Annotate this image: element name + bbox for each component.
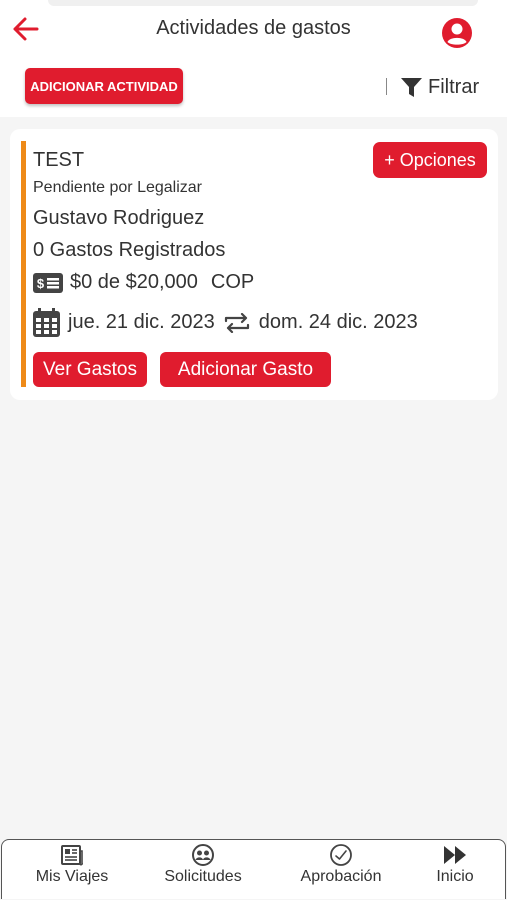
nav-item-solicitudes[interactable]: Solicitudes [142,840,264,899]
filter-icon [401,77,422,97]
fast-forward-icon [444,846,466,864]
end-date: dom. 24 dic. 2023 [258,311,418,333]
nav-item-aprobacion[interactable]: Aprobación [280,840,402,899]
activity-name: TEST [33,149,85,171]
profile-button[interactable] [441,17,473,49]
calendar-icon [33,308,60,337]
add-activity-button[interactable]: ADICIONAR ACTIVIDAD [25,68,183,104]
people-icon [192,844,214,866]
svg-text:$: $ [37,276,45,291]
activity-status: Pendiente por Legalizar [33,179,203,196]
options-button[interactable]: + Opciones [373,142,487,178]
currency-label: COP [210,271,255,293]
date-range-row: jue. 21 dic. 2023 dom. 24 dic. 2023 [33,308,418,337]
nav-label: Inicio [436,868,474,885]
view-expenses-button[interactable]: Ver Gastos [33,352,147,387]
nav-item-inicio[interactable]: Inicio [412,840,498,899]
activity-owner: Gustavo Rodriguez [33,207,205,229]
approval-check-icon [330,844,352,866]
swap-arrows-icon [224,312,249,333]
filter-button[interactable]: Filtrar [401,74,479,100]
activity-card: TEST + Opciones Pendiente por Legalizar … [10,129,498,400]
nav-label: Mis Viajes [35,868,109,885]
expenses-count: 0 Gastos Registrados [33,239,226,261]
top-bar: Actividades de gastos ADICIONAR ACTIVIDA… [0,0,507,117]
start-date: jue. 21 dic. 2023 [68,311,215,333]
nav-label: Aprobación [300,868,382,885]
nav-label: Solicitudes [164,868,242,885]
divider [386,78,387,95]
newspaper-icon [61,845,83,866]
nav-item-mis-viajes[interactable]: Mis Viajes [12,840,132,899]
amount-row: $ $0 de $20,000 COP [33,271,254,294]
bottom-navigation: Mis Viajes Solicitudes Aprobación Inicio [1,839,506,899]
money-icon: $ [33,272,63,293]
top-shade [48,0,478,6]
filter-label: Filtrar [428,75,480,98]
add-expense-button[interactable]: Adicionar Gasto [160,352,331,387]
amount-value: $0 de $20,000 [70,271,198,293]
card-accent-bar [21,141,26,387]
user-avatar-icon [442,18,472,48]
page-title: Actividades de gastos [156,17,351,39]
